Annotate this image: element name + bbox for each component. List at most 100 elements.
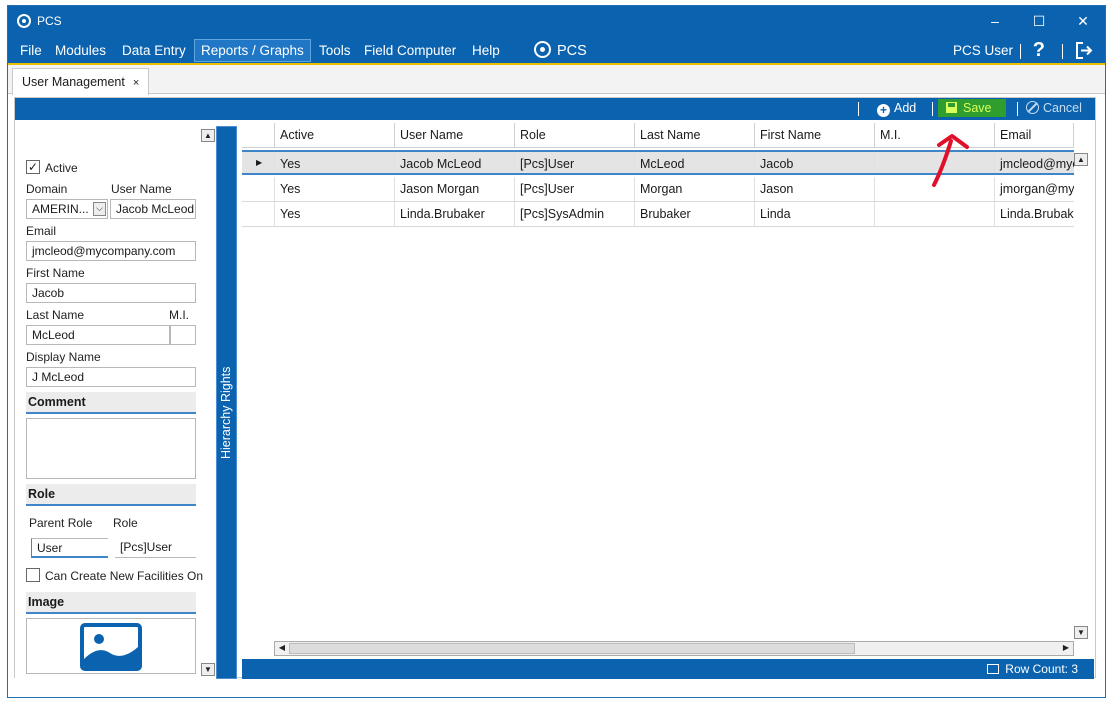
role-label: Role — [113, 516, 138, 530]
logout-icon[interactable] — [1075, 42, 1093, 59]
cell-first-name: Jacob — [754, 152, 874, 173]
add-label: Add — [894, 101, 917, 115]
scroll-right-button[interactable]: ▶ — [1059, 642, 1073, 655]
active-checkbox[interactable]: ✓ — [26, 160, 40, 174]
scroll-down-button[interactable]: ▼ — [201, 663, 215, 676]
brand-label: PCS — [557, 43, 587, 59]
cell-user-name: Jacob McLeod — [394, 152, 514, 173]
cell-first-name: Linda — [754, 202, 874, 226]
minimize-button[interactable]: – — [981, 10, 1009, 32]
add-button[interactable]: + Add — [877, 101, 916, 117]
save-label: Save — [963, 101, 992, 115]
image-section-header: Image — [26, 592, 196, 614]
cell-first-name: Jason — [754, 177, 874, 201]
cancel-icon — [1026, 101, 1039, 114]
can-create-checkbox[interactable] — [26, 568, 40, 582]
comment-textarea[interactable] — [26, 418, 196, 479]
pcs-logo-icon — [534, 41, 551, 58]
mi-label: M.I. — [169, 308, 189, 322]
scroll-up-button[interactable]: ▲ — [201, 129, 215, 142]
grid-status-bar: Row Count: 3 — [242, 659, 1094, 679]
cell-active: Yes — [274, 177, 394, 201]
menu-reports-graphs[interactable]: Reports / Graphs — [194, 39, 311, 62]
maximize-button[interactable]: ☐ — [1025, 10, 1053, 32]
hierarchy-rights-label: Hierarchy Rights — [219, 366, 233, 459]
email-label: Email — [26, 224, 57, 238]
scrollbar-thumb[interactable] — [289, 643, 855, 654]
lastname-field[interactable]: McLeod — [26, 325, 170, 345]
menu-separator — [1062, 44, 1063, 59]
grid-scroll-down-button[interactable]: ▼ — [1074, 626, 1088, 639]
table-row[interactable]: Yes Linda.Brubaker [Pcs]SysAdmin Brubake… — [242, 202, 1074, 227]
username-field[interactable]: Jacob McLeod — [110, 199, 196, 219]
close-window-button[interactable]: ✕ — [1069, 10, 1097, 32]
window-title: PCS — [37, 14, 62, 28]
mi-field[interactable] — [170, 325, 196, 345]
row-selector-icon: ▶ — [256, 158, 263, 167]
cell-active: Yes — [274, 202, 394, 226]
save-button[interactable]: Save — [938, 99, 1006, 117]
displayname-field[interactable]: J McLeod — [26, 367, 196, 387]
tab-user-management[interactable]: User Management × — [12, 68, 150, 95]
menu-bar: File Modules Data Entry Reports / Graphs… — [8, 36, 1105, 65]
user-image-box[interactable] — [26, 618, 196, 674]
email-field[interactable]: jmcleod@mycompany.com — [26, 241, 196, 261]
cell-last-name: Brubaker — [634, 202, 754, 226]
tab-label: User Management — [22, 75, 125, 89]
grid-scroll-up-button[interactable]: ▲ — [1074, 153, 1088, 166]
column-header-active[interactable]: Active — [274, 123, 394, 147]
cancel-button[interactable]: Cancel — [1026, 101, 1082, 115]
row-count-label: Row Count: 3 — [1005, 662, 1078, 676]
lastname-label: Last Name — [26, 308, 85, 322]
tab-close-icon[interactable]: × — [133, 77, 139, 89]
user-detail-form: ▲ ✓ Active Domain User Name AMERIN... ⌵ … — [15, 120, 216, 679]
cell-active: Yes — [274, 152, 394, 173]
document-tabs: User Management × — [8, 65, 1105, 95]
cell-email: jmorgan@my — [994, 177, 1074, 201]
menu-data-entry[interactable]: Data Entry — [122, 43, 186, 58]
app-logo-icon — [17, 14, 31, 28]
grid-icon — [987, 664, 1000, 674]
role-section-header: Role — [26, 484, 196, 506]
users-grid: Active User Name Role Last Name First Na… — [242, 123, 1094, 679]
user-menu[interactable]: PCS User — [953, 43, 1013, 58]
grid-horizontal-scrollbar[interactable]: ◀ ▶ — [274, 641, 1074, 656]
cell-role: [Pcs]User — [514, 177, 634, 201]
menu-help[interactable]: Help — [472, 43, 500, 58]
menu-tools[interactable]: Tools — [319, 43, 351, 58]
column-header-email[interactable]: Email — [994, 123, 1074, 147]
menu-file[interactable]: File — [20, 43, 42, 58]
column-header-first-name[interactable]: First Name — [754, 123, 874, 147]
toolbar-separator — [858, 102, 859, 116]
scroll-left-button[interactable]: ◀ — [275, 642, 289, 655]
hierarchy-rights-panel[interactable]: Hierarchy Rights — [216, 126, 237, 679]
menu-field-computer[interactable]: Field Computer — [364, 43, 456, 58]
plus-icon: + — [877, 104, 890, 117]
comment-section-header: Comment — [26, 392, 196, 414]
help-button[interactable]: ? — [1033, 39, 1045, 62]
column-header-role[interactable]: Role — [514, 123, 634, 147]
parent-role-field[interactable]: User — [31, 538, 108, 558]
row-count: Row Count: 3 — [987, 662, 1078, 676]
cell-mi — [874, 202, 994, 226]
role-field[interactable]: [Pcs]User — [115, 538, 196, 558]
cell-role: [Pcs]SysAdmin — [514, 202, 634, 226]
cell-last-name: McLeod — [634, 152, 754, 173]
cell-email: Linda.Brubake — [994, 202, 1074, 226]
cell-user-name: Linda.Brubaker — [394, 202, 514, 226]
cell-last-name: Morgan — [634, 177, 754, 201]
active-label: Active — [45, 161, 78, 175]
can-create-label: Can Create New Facilities On — [45, 569, 204, 583]
column-header-last-name[interactable]: Last Name — [634, 123, 754, 147]
cell-user-name: Jason Morgan — [394, 177, 514, 201]
chevron-down-icon[interactable]: ⌵ — [93, 202, 106, 216]
firstname-field[interactable]: Jacob — [26, 283, 196, 303]
brand: PCS — [534, 41, 587, 59]
toolbar-separator — [932, 102, 933, 116]
annotation-arrow-icon — [932, 134, 969, 187]
cell-email: jmcleod@myc — [994, 152, 1074, 173]
column-header-user-name[interactable]: User Name — [394, 123, 514, 147]
menu-modules[interactable]: Modules — [55, 43, 106, 58]
title-bar[interactable]: PCS – ☐ ✕ — [8, 6, 1105, 36]
image-placeholder-icon — [80, 623, 142, 671]
